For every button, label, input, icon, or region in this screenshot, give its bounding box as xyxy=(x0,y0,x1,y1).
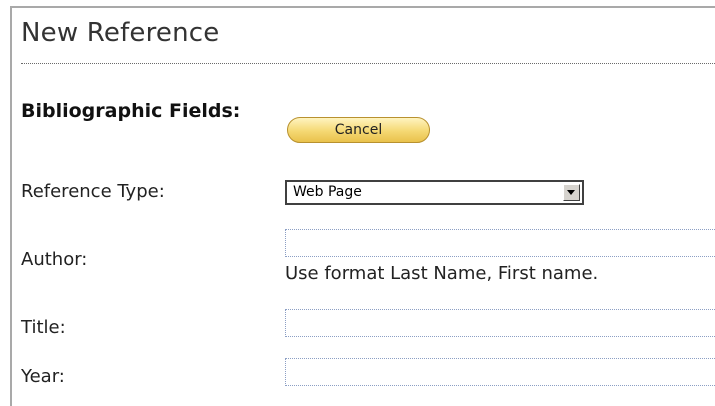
year-label: Year: xyxy=(21,366,65,387)
title-field[interactable] xyxy=(285,309,715,337)
year-field[interactable] xyxy=(285,358,715,386)
reference-type-selected-value: Web Page xyxy=(293,184,362,200)
new-reference-panel: New Reference xyxy=(10,6,715,406)
author-field[interactable] xyxy=(285,229,715,257)
author-label: Author: xyxy=(21,249,88,270)
reference-type-label: Reference Type: xyxy=(21,181,165,202)
cancel-button[interactable]: Cancel xyxy=(287,117,430,143)
chevron-down-icon[interactable] xyxy=(563,184,580,201)
bibliographic-fields-heading: Bibliographic Fields: xyxy=(21,100,241,122)
page-title: New Reference xyxy=(21,18,220,48)
title-label: Title: xyxy=(21,317,66,338)
author-format-hint: Use format Last Name, First name. xyxy=(285,263,599,284)
title-divider xyxy=(21,63,715,64)
reference-type-select[interactable]: Web Page xyxy=(285,180,584,205)
